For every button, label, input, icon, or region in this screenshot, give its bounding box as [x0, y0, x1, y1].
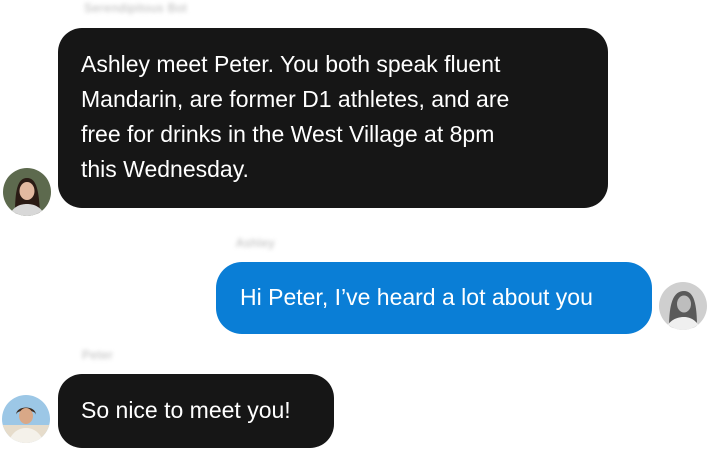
- sender-name: Ashley: [236, 236, 276, 250]
- grayscale-woman-avatar: [659, 282, 707, 330]
- message-bubble-received[interactable]: Ashley meet Peter. You both speak fluent…: [58, 28, 608, 208]
- message-text: Ashley meet Peter. You both speak fluent…: [81, 51, 510, 182]
- sender-name: Peter: [82, 348, 114, 362]
- woman-avatar: [3, 168, 51, 216]
- message-bubble-received[interactable]: So nice to meet you!: [58, 374, 334, 448]
- message-bubble-sent[interactable]: Hi Peter, I’ve heard a lot about you: [216, 262, 652, 334]
- message-text: So nice to meet you!: [81, 397, 291, 423]
- message-text: Hi Peter, I’ve heard a lot about you: [240, 284, 593, 310]
- sender-name: Serendipitous Bot: [84, 1, 188, 15]
- man-avatar: [2, 395, 50, 443]
